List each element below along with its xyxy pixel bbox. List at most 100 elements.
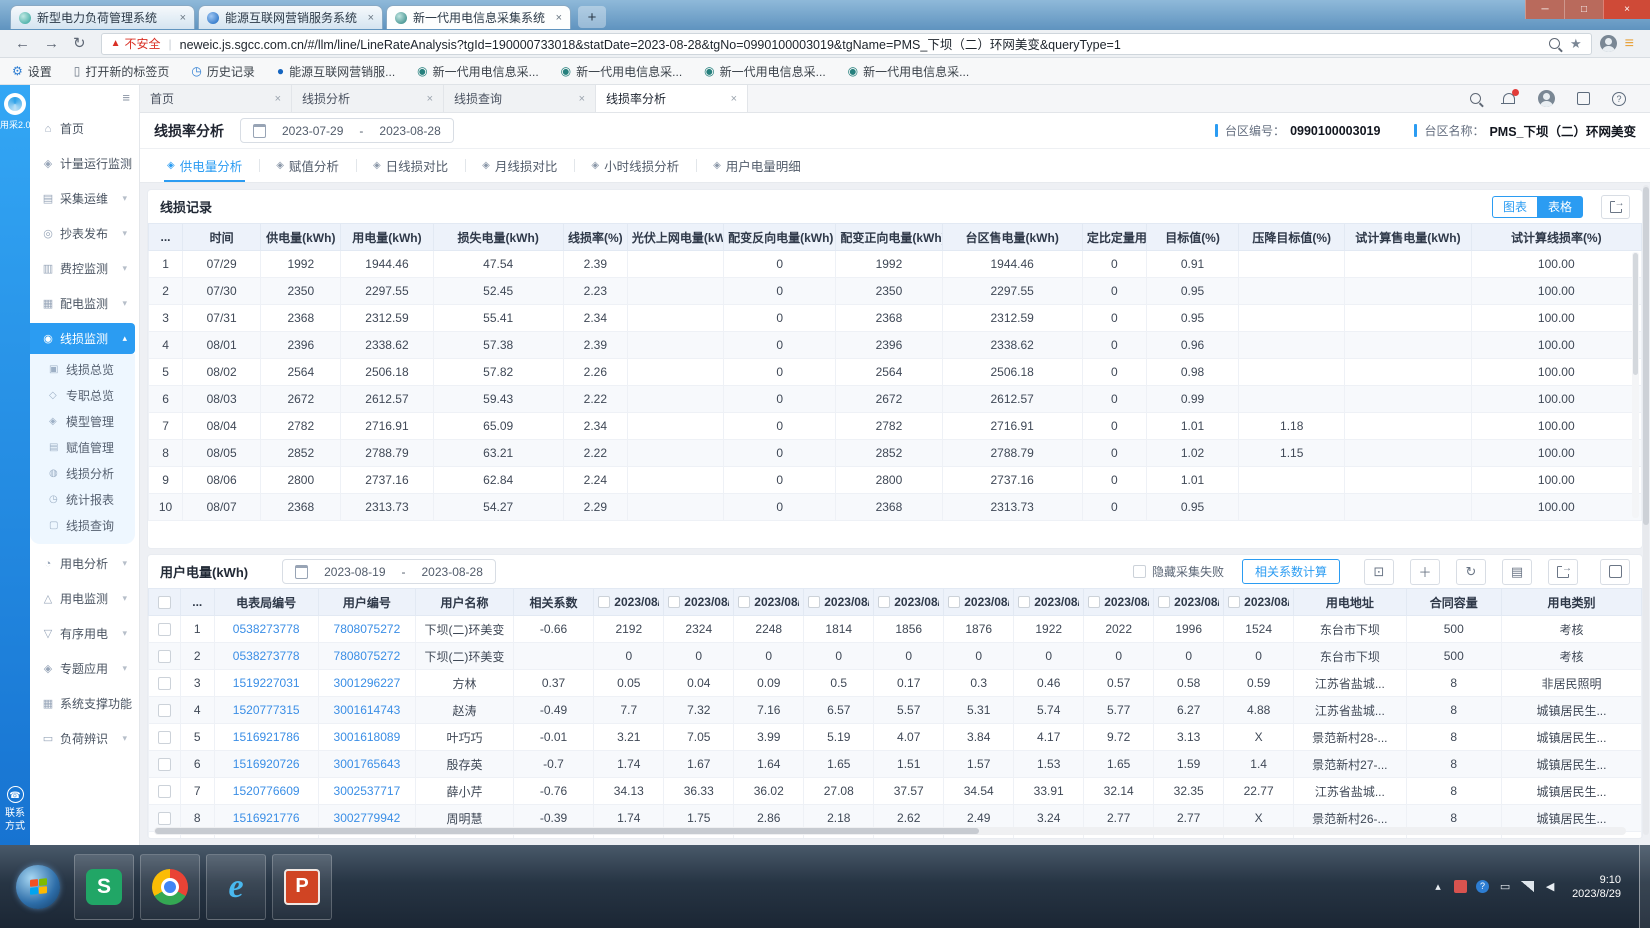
browser-menu-icon[interactable]: ≡ xyxy=(1625,35,1634,53)
meter-no-link[interactable]: 1520776609 xyxy=(233,784,300,798)
browser-tab[interactable]: 新型电力负荷管理系统× xyxy=(10,5,195,29)
address-bar[interactable]: ▲ 不安全 | neweic.js.sgcc.com.cn/#/llm/line… xyxy=(101,33,1592,55)
bookmark-star-icon[interactable]: ★ xyxy=(1570,36,1582,52)
user-avatar-icon[interactable] xyxy=(1538,90,1555,107)
date-column-checkbox[interactable] xyxy=(878,596,890,608)
export-button[interactable] xyxy=(1601,195,1630,219)
refresh-button[interactable]: ↻ xyxy=(1456,559,1486,585)
taskbar-app-powerpoint[interactable]: P xyxy=(272,854,332,920)
export-rows-button[interactable] xyxy=(1548,559,1578,585)
date-end[interactable]: 2023-08-28 xyxy=(422,565,483,579)
save-button[interactable]: ▤ xyxy=(1502,559,1532,585)
sidebar-item[interactable]: ◔用电分析▾ xyxy=(30,548,135,579)
table-view-button[interactable]: 表格 xyxy=(1537,196,1583,218)
tray-monitor-icon[interactable]: ▭ xyxy=(1498,880,1512,893)
date-column-checkbox[interactable] xyxy=(948,596,960,608)
row-checkbox[interactable] xyxy=(158,812,171,825)
bookmark-item[interactable]: ◷历史记录 xyxy=(191,63,255,80)
new-tab-button[interactable]: + xyxy=(578,6,606,28)
user-no-link[interactable]: 3001765643 xyxy=(334,757,401,771)
hide-failed-checkbox[interactable] xyxy=(1133,565,1146,578)
user-energy-date-picker[interactable]: 2023-08-19 - 2023-08-28 xyxy=(282,559,496,584)
sidebar-subitem[interactable]: ◍线损分析 xyxy=(30,460,135,486)
user-no-link[interactable]: 3002779942 xyxy=(334,811,401,825)
row-checkbox[interactable] xyxy=(158,677,171,690)
sidebar-item[interactable]: ◈专题应用▾ xyxy=(30,653,135,684)
back-icon[interactable]: ← xyxy=(15,36,30,51)
date-column-checkbox[interactable] xyxy=(808,596,820,608)
tab-close-icon[interactable]: × xyxy=(180,12,186,24)
forward-icon[interactable]: → xyxy=(44,36,59,51)
bookmark-item[interactable]: ◉新一代用电信息采... xyxy=(417,63,539,80)
tray-help-icon[interactable]: ? xyxy=(1476,880,1489,893)
page-vscrollbar[interactable] xyxy=(1643,185,1649,835)
sidebar-collapse-icon[interactable]: ≡ xyxy=(122,90,130,105)
taskbar-app-chrome[interactable] xyxy=(140,854,200,920)
sidebar-subitem[interactable]: ◈模型管理 xyxy=(30,408,135,434)
user-no-link[interactable]: 3002537717 xyxy=(334,784,401,798)
chart-view-button[interactable]: 图表 xyxy=(1492,196,1537,218)
tray-network-icon[interactable] xyxy=(1521,881,1534,892)
meter-no-link[interactable]: 0538273778 xyxy=(233,622,300,636)
sidebar-item[interactable]: ▭负荷辨识▾ xyxy=(30,723,135,754)
sidebar-item[interactable]: ▦系统支撑功能▾ xyxy=(30,688,135,719)
user-no-link[interactable]: 3001618089 xyxy=(334,730,401,744)
sidebar-item[interactable]: △用电监测▾ xyxy=(30,583,135,614)
sidebar-item[interactable]: ▥费控监测▾ xyxy=(30,253,135,284)
user-no-link[interactable]: 7808075272 xyxy=(334,622,401,636)
date-column-checkbox[interactable] xyxy=(1018,596,1030,608)
tab-close-icon[interactable]: × xyxy=(368,12,374,24)
show-desktop-button[interactable] xyxy=(1639,845,1650,928)
scroll-thumb[interactable] xyxy=(1633,253,1638,375)
tray-volume-icon[interactable]: ◀ xyxy=(1543,880,1557,893)
scroll-thumb[interactable] xyxy=(155,828,979,834)
user-no-link[interactable]: 7808075272 xyxy=(334,649,401,663)
sidebar-subitem[interactable]: ◷统计报表 xyxy=(30,486,135,512)
loss-records-vscrollbar[interactable] xyxy=(1632,252,1639,518)
page-tab[interactable]: 线损查询× xyxy=(444,85,596,112)
tab-close-icon[interactable]: × xyxy=(556,12,562,24)
date-column-checkbox[interactable] xyxy=(1158,596,1170,608)
correlation-calc-button[interactable]: 相关系数计算 xyxy=(1242,559,1340,584)
meter-no-link[interactable]: 1520777315 xyxy=(233,703,300,717)
column-settings-button[interactable]: ⊡ xyxy=(1364,559,1394,585)
date-column-checkbox[interactable] xyxy=(1228,596,1240,608)
sidebar-item[interactable]: ⌂首页 xyxy=(30,113,135,144)
row-checkbox[interactable] xyxy=(158,758,171,771)
profile-avatar-icon[interactable] xyxy=(1600,35,1617,52)
search-icon[interactable] xyxy=(1549,38,1560,49)
user-energy-hscrollbar[interactable] xyxy=(154,827,1626,835)
sidebar-item[interactable]: ◈计量运行监测▾ xyxy=(30,148,135,179)
bookmark-item[interactable]: ◉新一代用电信息采... xyxy=(848,63,970,80)
date-range-picker[interactable]: 2023-07-29 - 2023-08-28 xyxy=(240,118,454,143)
start-button[interactable] xyxy=(6,850,70,924)
analysis-tab[interactable]: ◈用户电量明细 xyxy=(696,149,818,182)
bookmark-item[interactable]: ⚙设置 xyxy=(12,63,52,80)
user-no-link[interactable]: 3001614743 xyxy=(334,703,401,717)
sidebar-subitem[interactable]: ▢线损查询 xyxy=(30,512,135,538)
taskbar-app-ie[interactable]: e xyxy=(206,854,266,920)
tray-app-icon[interactable] xyxy=(1454,880,1467,893)
analysis-tab[interactable]: ◈赋值分析 xyxy=(259,149,356,182)
search-icon[interactable] xyxy=(1470,93,1481,104)
meter-no-link[interactable]: 0538273778 xyxy=(233,649,300,663)
row-checkbox[interactable] xyxy=(158,731,171,744)
notification-bell-icon[interactable] xyxy=(1503,92,1516,105)
minimize-button[interactable]: ─ xyxy=(1525,0,1564,19)
scroll-thumb[interactable] xyxy=(1643,187,1649,525)
bookmark-item[interactable]: ◉新一代用电信息采... xyxy=(561,63,683,80)
row-checkbox[interactable] xyxy=(158,704,171,717)
date-start[interactable]: 2023-08-19 xyxy=(324,565,385,579)
sidebar-item[interactable]: ◉线损监测▴ xyxy=(30,323,135,354)
tray-hidden-icons-arrow[interactable]: ▴ xyxy=(1431,880,1445,893)
sidebar-subitem[interactable]: ▤赋值管理 xyxy=(30,434,135,460)
select-all-checkbox[interactable] xyxy=(158,596,171,609)
date-column-checkbox[interactable] xyxy=(668,596,680,608)
tab-close-icon[interactable]: × xyxy=(427,93,433,105)
sidebar-item[interactable]: ▦配电监测▾ xyxy=(30,288,135,319)
row-checkbox[interactable] xyxy=(158,650,171,663)
row-checkbox[interactable] xyxy=(158,785,171,798)
analysis-tab[interactable]: ◈小时线损分析 xyxy=(574,149,696,182)
tab-close-icon[interactable]: × xyxy=(731,93,737,105)
maximize-button[interactable]: □ xyxy=(1564,0,1603,19)
